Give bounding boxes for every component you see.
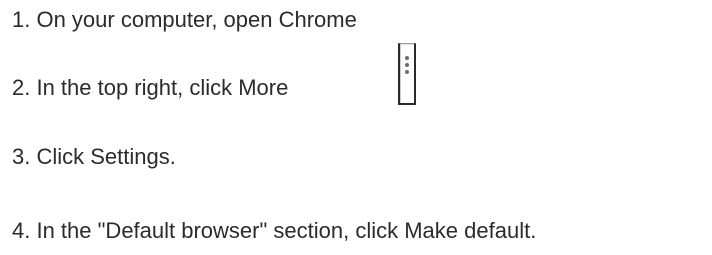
more-vert-icon	[398, 43, 416, 105]
step-2-text: 2. In the top right, click More	[12, 75, 289, 100]
more-dot-top	[405, 56, 409, 60]
step-1-text: 1. On your computer, open Chrome	[12, 7, 357, 32]
step-4-text: 4. In the "Default browser" section, cli…	[12, 218, 537, 243]
more-dot-middle	[405, 63, 409, 67]
step-3-text: 3. Click Settings.	[12, 144, 176, 169]
more-dot-bottom	[405, 70, 409, 74]
